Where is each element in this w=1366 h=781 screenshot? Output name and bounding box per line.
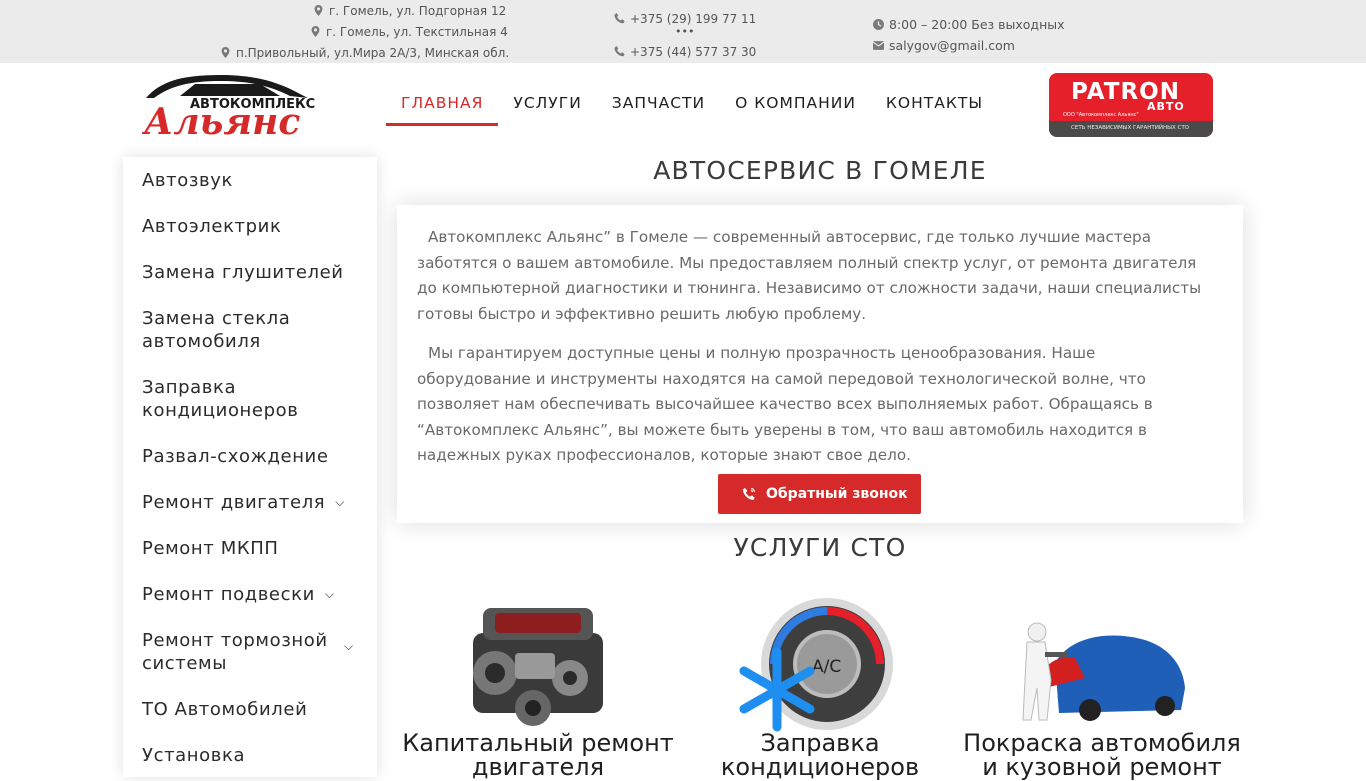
- map-pin-icon: [221, 47, 230, 58]
- address-line-2: г. Гомель, ул. Текстильная 4: [310, 24, 508, 40]
- ac-badge-text: A/C: [812, 657, 841, 677]
- engine-icon: [473, 608, 603, 726]
- nav-item-services[interactable]: УСЛУГИ: [498, 82, 596, 126]
- sidebar-item-gearbox[interactable]: Ремонт МКПП: [142, 537, 278, 560]
- phone-link-2[interactable]: +375 (44) 577 37 30: [614, 44, 756, 60]
- main-nav: ГЛАВНАЯ УСЛУГИ ЗАПЧАСТИ О КОМПАНИИ КОНТА…: [386, 82, 998, 126]
- sidebar-item-maintenance[interactable]: ТО Автомобилей: [142, 698, 307, 721]
- chevron-down-icon[interactable]: ⌵: [344, 635, 354, 658]
- working-hours: 8:00 – 20:00 Без выходных: [873, 17, 1065, 33]
- sidebar-item-suspension[interactable]: Ремонт подвески ⌵: [142, 583, 335, 606]
- service-paint-title[interactable]: Покраска автомобиля и кузовной ремонт: [961, 731, 1243, 779]
- services-heading: УСЛУГИ СТО: [733, 533, 907, 562]
- patron-bar-text: СЕТЬ НЕЗАВИСИМЫХ ГАРАНТИЙНЫХ СТО: [1071, 125, 1190, 131]
- patron-partner-logo[interactable]: PATRON АВТО ООО "Автокомплекс Альянс" СЕ…: [1049, 73, 1213, 137]
- patron-sub: АВТО: [1147, 100, 1185, 113]
- address-line-3: п.Привольный, ул.Мира 2А/3, Минская обл.: [220, 45, 509, 61]
- sidebar-item-glass[interactable]: Замена стекла автомобиля: [142, 307, 342, 353]
- clock-icon: [873, 19, 884, 30]
- sidebar-item-install[interactable]: Установка: [142, 744, 245, 767]
- address-line-1: г. Гомель, ул. Подгорная 12: [313, 3, 506, 19]
- chevron-down-icon[interactable]: ⌵: [335, 491, 345, 514]
- services-sidebar: Автозвук Автоэлектрик Замена глушителей …: [123, 157, 377, 777]
- intro-paragraph-2: Мы гарантируем доступные цены и полную п…: [417, 344, 1153, 464]
- sidebar-item-autoelectric[interactable]: Автоэлектрик: [142, 215, 281, 238]
- envelope-icon: [872, 41, 885, 50]
- sidebar-item-alignment[interactable]: Развал-схождение: [142, 445, 329, 468]
- ac-snowflake-icon: A/C: [739, 598, 893, 732]
- top-info-bar: г. Гомель, ул. Подгорная 12 г. Гомель, у…: [0, 0, 1366, 63]
- patron-small-text: ООО "Автокомплекс Альянс": [1063, 112, 1139, 118]
- service-engine-image[interactable]: [455, 598, 620, 738]
- sidebar-item-ac[interactable]: Заправка кондиционеров: [142, 376, 342, 422]
- logo-graphic: АВТОКОМПЛЕКС Альянс: [141, 75, 315, 143]
- nav-item-about[interactable]: О КОМПАНИИ: [720, 82, 871, 126]
- more-phones-dots[interactable]: •••: [675, 25, 694, 38]
- sidebar-item-autosound[interactable]: Автозвук: [142, 169, 233, 192]
- sidebar-item-engine[interactable]: Ремонт двигателя ⌵: [142, 491, 345, 514]
- phone-icon: [614, 46, 625, 57]
- sidebar-item-brakes[interactable]: Ремонт тормозной системы ⌵: [142, 629, 362, 675]
- email-link[interactable]: salygov@gmail.com: [872, 38, 1015, 54]
- service-ac-image[interactable]: A/C: [732, 597, 897, 732]
- service-engine-title[interactable]: Капитальный ремонт двигателя: [397, 731, 679, 779]
- map-pin-icon: [314, 5, 323, 16]
- nav-item-contacts[interactable]: КОНТАКТЫ: [871, 82, 998, 126]
- patron-bar: СЕТЬ НЕЗАВИСИМЫХ ГАРАНТИЙНЫХ СТО: [1049, 121, 1213, 137]
- logo-big-text: Альянс: [141, 101, 300, 138]
- service-paint-image[interactable]: [1015, 618, 1187, 723]
- nav-item-parts[interactable]: ЗАПЧАСТИ: [597, 82, 720, 126]
- nav-item-home[interactable]: ГЛАВНАЯ: [386, 82, 499, 126]
- intro-card: Автокомплекс Альянс” в Гомеле — современ…: [397, 205, 1243, 523]
- car-painting-icon: [1022, 622, 1185, 721]
- callback-button[interactable]: Обратный звонок: [718, 474, 921, 514]
- page-title: АВТОСЕРВИС В ГОМЕЛЕ: [653, 156, 987, 185]
- sidebar-item-muffler[interactable]: Замена глушителей: [142, 261, 344, 284]
- phone-icon: [614, 13, 625, 24]
- phone-ring-icon: [742, 487, 756, 500]
- service-ac-title[interactable]: Заправка кондиционеров: [679, 731, 961, 779]
- intro-paragraph-1: Автокомплекс Альянс” в Гомеле — современ…: [417, 228, 1202, 323]
- chevron-down-icon[interactable]: ⌵: [325, 583, 335, 606]
- map-pin-icon: [311, 26, 320, 37]
- site-logo[interactable]: АВТОКОМПЛЕКС Альянс: [140, 72, 316, 143]
